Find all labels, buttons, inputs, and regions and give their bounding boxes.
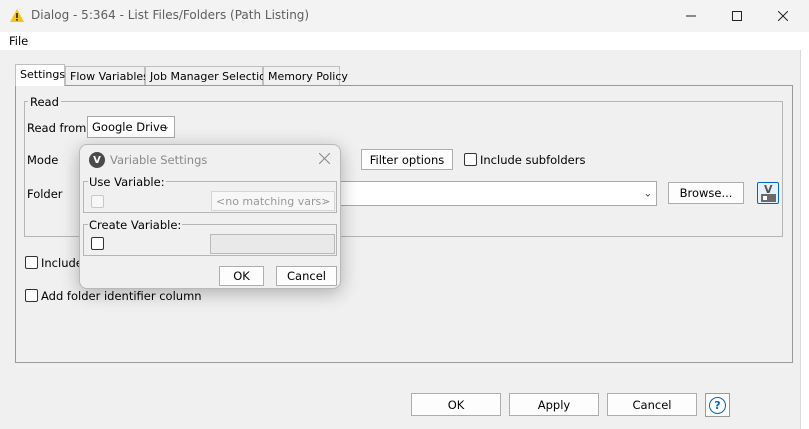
menu-file[interactable]: File bbox=[9, 34, 28, 48]
warning-icon bbox=[10, 9, 24, 22]
create-variable-label: Create Variable: bbox=[88, 218, 183, 232]
cancel-button[interactable]: Cancel bbox=[607, 393, 697, 416]
mode-label: Mode bbox=[27, 153, 59, 167]
chevron-down-icon: ⌄ bbox=[643, 188, 652, 199]
read-from-value: Google Drive bbox=[92, 120, 167, 134]
background-strip bbox=[800, 50, 809, 429]
variable-settings-popup: V Variable Settings Use Variable: <no ma… bbox=[79, 144, 341, 289]
maximize-button[interactable] bbox=[714, 0, 760, 32]
help-button[interactable]: ? bbox=[705, 393, 730, 417]
menu-bar bbox=[0, 32, 809, 50]
tab-memory-policy[interactable]: Memory Policy bbox=[263, 66, 348, 85]
popup-ok-button[interactable]: OK bbox=[219, 266, 264, 286]
use-variable-label: Use Variable: bbox=[88, 175, 166, 189]
tab-settings[interactable]: Settings bbox=[15, 64, 65, 86]
create-variable-input[interactable] bbox=[210, 234, 335, 254]
variable-icon bbox=[761, 194, 776, 202]
read-group-legend: Read bbox=[28, 95, 61, 109]
flow-variable-button[interactable]: V bbox=[757, 182, 779, 204]
folder-label: Folder bbox=[27, 187, 63, 201]
read-from-label: Read from bbox=[27, 121, 87, 135]
use-variable-checkbox[interactable] bbox=[91, 195, 104, 208]
apply-button[interactable]: Apply bbox=[509, 393, 599, 416]
tab-flow-variables[interactable]: Flow Variables bbox=[65, 66, 149, 85]
use-variable-select[interactable]: <no matching vars> ⌄ bbox=[211, 191, 335, 211]
chevron-down-icon: ⌄ bbox=[321, 195, 330, 207]
window-title: Dialog - 5:364 - List Files/Folders (Pat… bbox=[31, 8, 310, 22]
use-variable-value: <no matching vars> bbox=[216, 194, 331, 208]
include-subfolders-checkbox[interactable] bbox=[464, 153, 477, 166]
minimize-icon bbox=[686, 15, 696, 17]
minimize-button[interactable] bbox=[668, 0, 714, 32]
help-icon: ? bbox=[709, 396, 726, 414]
filter-options-button[interactable]: Filter options bbox=[361, 149, 453, 170]
variable-icon: V bbox=[89, 152, 105, 168]
browse-button[interactable]: Browse... bbox=[668, 182, 744, 204]
popup-cancel-button[interactable]: Cancel bbox=[276, 266, 337, 286]
close-icon[interactable] bbox=[319, 153, 330, 164]
close-button[interactable] bbox=[760, 0, 806, 32]
include-subfolders-label: Include subfolders bbox=[480, 153, 586, 167]
chevron-down-icon: ⌄ bbox=[161, 121, 170, 133]
popup-title: Variable Settings bbox=[110, 153, 208, 167]
close-icon bbox=[778, 11, 788, 21]
add-folder-identifier-checkbox[interactable] bbox=[25, 289, 38, 302]
folder-path-input[interactable]: ⌄ bbox=[300, 181, 657, 206]
read-from-select[interactable]: Google Drive ⌄ bbox=[87, 116, 175, 138]
include-label: Include bbox=[41, 256, 83, 270]
add-folder-identifier-label: Add folder identifier column bbox=[41, 289, 202, 303]
maximize-icon bbox=[732, 11, 742, 21]
include-checkbox[interactable] bbox=[25, 256, 38, 269]
tab-job-manager-selection[interactable]: Job Manager Selection bbox=[145, 66, 273, 85]
ok-button[interactable]: OK bbox=[411, 393, 501, 416]
create-variable-checkbox[interactable] bbox=[91, 237, 104, 250]
